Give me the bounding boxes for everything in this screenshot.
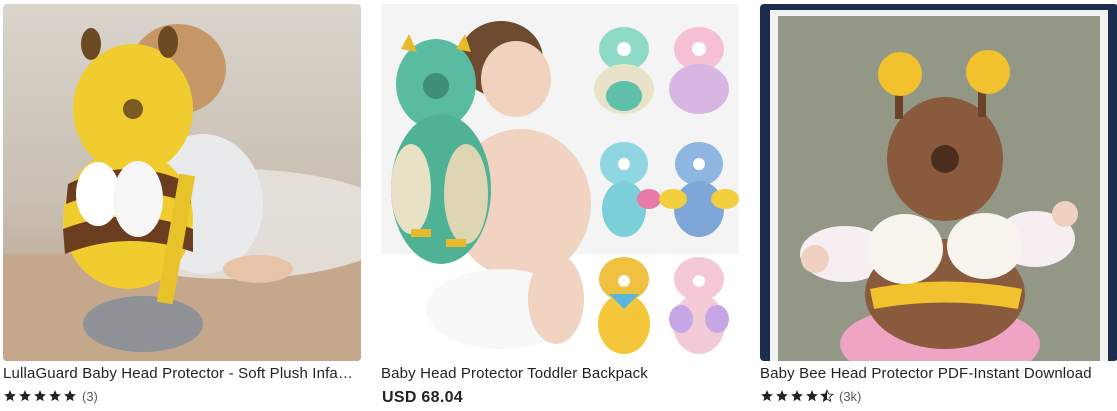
star-icon <box>761 390 773 402</box>
star-icon <box>4 390 16 402</box>
product-image-3[interactable] <box>760 4 1117 361</box>
listing-grid: LullaGuard Baby Head Protector - Soft Pl… <box>0 0 1117 411</box>
product-title-1[interactable]: LullaGuard Baby Head Protector - Soft Pl… <box>3 365 361 383</box>
star-half-icon <box>820 389 834 403</box>
product-card-3[interactable]: Baby Bee Head Protector PDF-Instant Down… <box>760 0 1117 411</box>
product-title-2[interactable]: Baby Head Protector Toddler Backpack <box>381 365 739 383</box>
product-card-1[interactable]: LullaGuard Baby Head Protector - Soft Pl… <box>3 0 361 411</box>
star-icon <box>64 390 76 402</box>
star-icon <box>806 390 818 402</box>
star-rating <box>760 389 834 403</box>
star-icon <box>49 390 61 402</box>
star-icon <box>791 390 803 402</box>
product-image-2[interactable] <box>381 4 739 361</box>
star-icon <box>776 390 788 402</box>
product-image-1[interactable] <box>3 4 361 361</box>
product-title-3[interactable]: Baby Bee Head Protector PDF-Instant Down… <box>760 365 1117 383</box>
star-rating <box>3 389 77 403</box>
product-card-2[interactable]: Baby Head Protector Toddler Backpack USD… <box>381 0 739 411</box>
product-price-2: USD 68.04 <box>382 389 463 406</box>
star-icon <box>19 390 31 402</box>
review-count: (3) <box>82 388 98 404</box>
product-rating-3: (3k) <box>760 387 861 405</box>
review-count: (3k) <box>839 388 862 404</box>
product-rating-1: (3) <box>3 387 98 405</box>
star-icon <box>34 390 46 402</box>
